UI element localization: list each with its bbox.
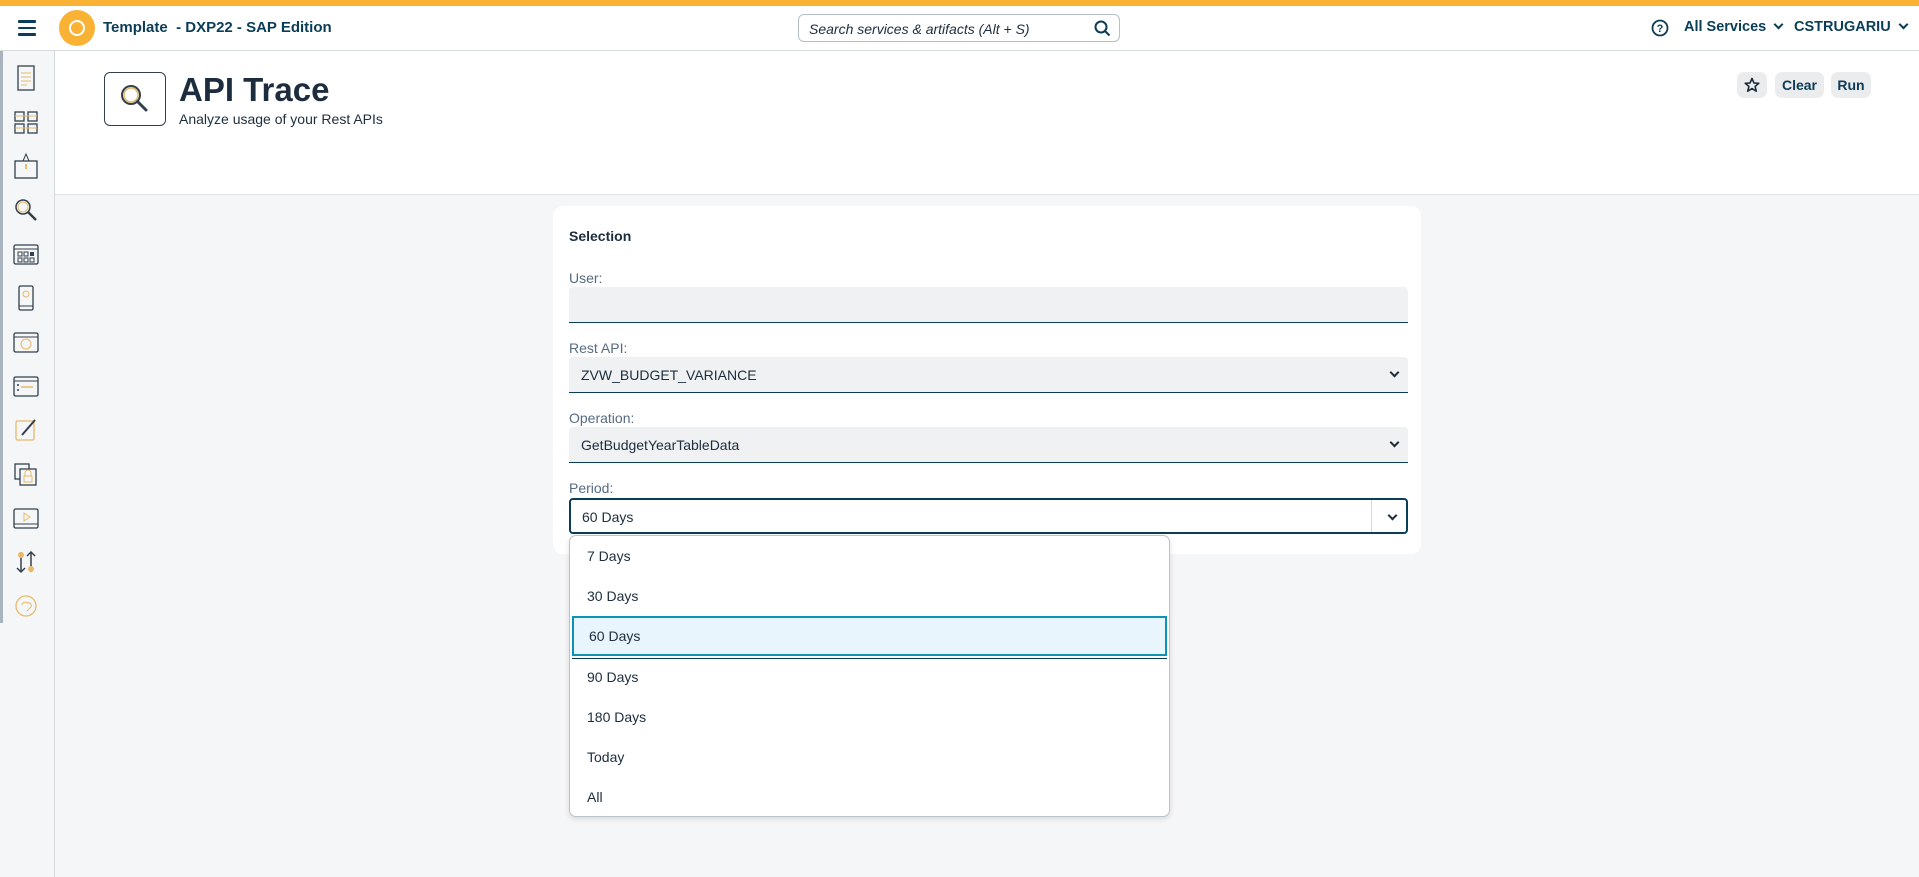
period-dropdown-list: 7 Days 30 Days 60 Days 90 Days 180 Days Today… bbox=[569, 535, 1170, 817]
period-option[interactable]: All bbox=[570, 777, 1169, 816]
divider bbox=[1371, 500, 1372, 532]
user-menu[interactable]: CSTRUGARIU bbox=[1794, 19, 1909, 35]
chevron-down-icon[interactable] bbox=[1387, 510, 1398, 521]
period-option[interactable]: 60 Days bbox=[572, 616, 1167, 659]
rest-api-select[interactable]: ZVW_BUDGET_VARIANCE bbox=[569, 357, 1408, 393]
heart-refresh-icon[interactable] bbox=[11, 591, 41, 621]
svg-text:?: ? bbox=[1657, 23, 1664, 35]
tiles-icon[interactable] bbox=[11, 107, 41, 137]
period-option[interactable]: 90 Days bbox=[570, 657, 1169, 697]
sidebar-scrollbar[interactable] bbox=[0, 51, 3, 623]
all-services-menu[interactable]: All Services bbox=[1684, 19, 1784, 35]
transport-icon[interactable] bbox=[11, 547, 41, 577]
app-title: Template - DXP22 - SAP Edition bbox=[103, 19, 332, 36]
app-logo[interactable] bbox=[59, 10, 95, 46]
period-option[interactable]: Today bbox=[570, 737, 1169, 777]
user-label: User: bbox=[569, 270, 603, 286]
list-window-icon[interactable] bbox=[11, 371, 41, 401]
period-option[interactable]: 7 Days bbox=[570, 536, 1169, 576]
theme-palette-icon[interactable] bbox=[11, 327, 41, 357]
operation-label: Operation: bbox=[569, 410, 635, 426]
edit-icon[interactable] bbox=[11, 415, 41, 445]
help-icon[interactable]: ? bbox=[1651, 19, 1669, 37]
chevron-down-icon[interactable] bbox=[1389, 367, 1400, 378]
apps-grid-icon[interactable] bbox=[11, 239, 41, 269]
sidebar bbox=[0, 51, 55, 877]
clear-button[interactable]: Clear bbox=[1775, 72, 1824, 98]
search-icon[interactable] bbox=[11, 195, 41, 225]
shell-bar: Template - DXP22 - SAP Edition Search se… bbox=[0, 6, 1919, 51]
chevron-down-icon[interactable] bbox=[1389, 437, 1400, 448]
star-icon bbox=[1744, 77, 1760, 92]
period-select[interactable]: 60 Days bbox=[569, 498, 1408, 534]
rest-api-label: Rest API: bbox=[569, 340, 628, 356]
rest-api-value: ZVW_BUDGET_VARIANCE bbox=[581, 367, 757, 383]
search-icon bbox=[104, 72, 166, 126]
favorite-button[interactable] bbox=[1737, 72, 1767, 98]
page-header: API Trace Analyze usage of your Rest API… bbox=[55, 51, 1919, 195]
chevron-down-icon bbox=[1773, 19, 1784, 30]
mobile-icon[interactable] bbox=[11, 283, 41, 313]
user-input[interactable] bbox=[569, 287, 1408, 323]
video-icon[interactable] bbox=[11, 503, 41, 533]
chevron-down-icon bbox=[1898, 19, 1909, 30]
services-label: All Services bbox=[1684, 19, 1767, 35]
period-option[interactable]: 180 Days bbox=[570, 697, 1169, 737]
selection-heading: Selection bbox=[569, 228, 632, 244]
period-label: Period: bbox=[569, 480, 614, 496]
page-subtitle: Analyze usage of your Rest APIs bbox=[179, 111, 383, 127]
document-icon[interactable] bbox=[11, 63, 41, 93]
search-icon[interactable] bbox=[1094, 20, 1111, 37]
search-placeholder: Search services & artifacts (Alt + S) bbox=[809, 21, 1030, 37]
selection-panel: Selection User: Rest API: ZVW_BUDGET_VAR… bbox=[553, 206, 1421, 554]
lock-copy-icon[interactable] bbox=[11, 459, 41, 489]
period-value: 60 Days bbox=[582, 509, 634, 525]
operation-value: GetBudgetYearTableData bbox=[581, 437, 740, 453]
operation-select[interactable]: GetBudgetYearTableData bbox=[569, 427, 1408, 463]
launch-icon[interactable] bbox=[11, 151, 41, 181]
page-title: API Trace bbox=[179, 71, 330, 108]
run-button[interactable]: Run bbox=[1831, 72, 1871, 98]
search-input[interactable]: Search services & artifacts (Alt + S) bbox=[798, 14, 1120, 42]
user-name: CSTRUGARIU bbox=[1794, 19, 1891, 35]
menu-icon[interactable] bbox=[18, 20, 36, 36]
period-option[interactable]: 30 Days bbox=[570, 576, 1169, 616]
